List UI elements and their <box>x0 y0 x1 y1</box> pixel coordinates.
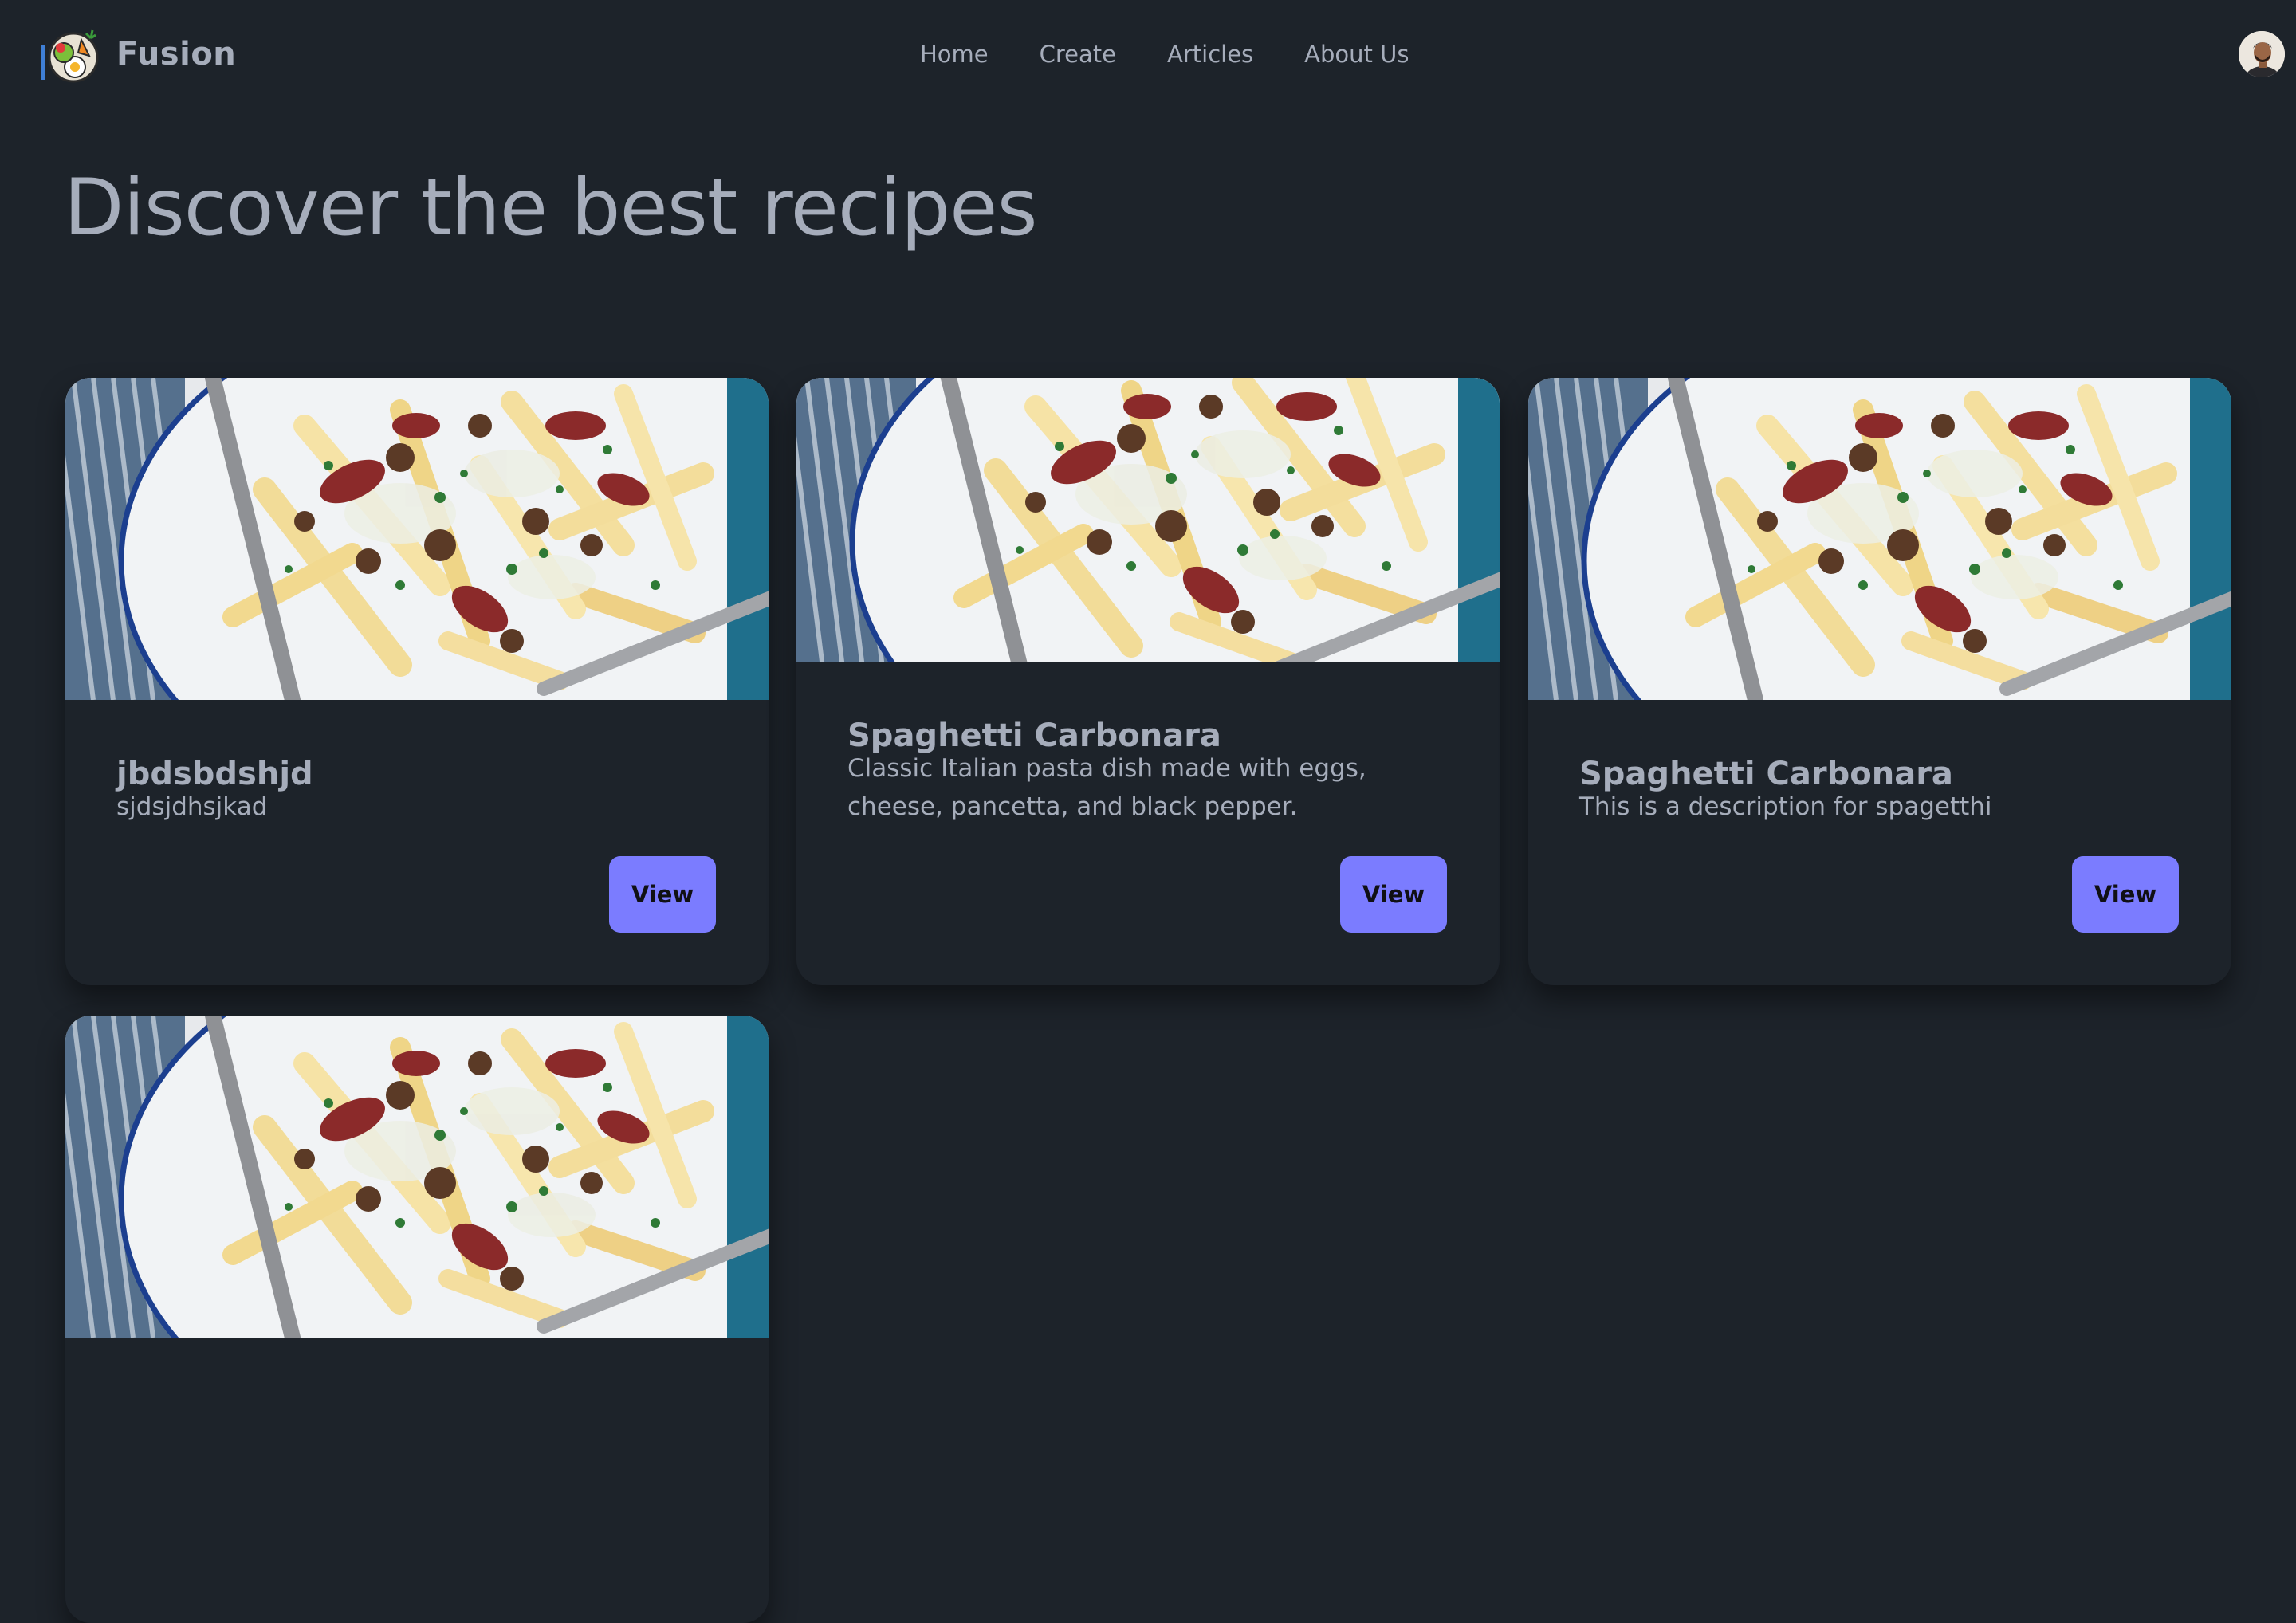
nav-link-create[interactable]: Create <box>1014 41 1142 68</box>
recipe-description: sjdsjdhsjkad <box>116 792 268 821</box>
recipe-card: jbdsbdshjd sjdsjdhsjkad View <box>65 378 769 985</box>
view-button[interactable]: View <box>1340 856 1447 933</box>
recipe-card <box>65 1016 769 1623</box>
recipe-image <box>796 378 1500 662</box>
view-button[interactable]: View <box>609 856 716 933</box>
nav-link-articles[interactable]: Articles <box>1142 41 1279 68</box>
nav-link-about-us[interactable]: About Us <box>1279 41 1434 68</box>
food-logo-icon <box>38 21 105 88</box>
recipe-description: Classic Italian pasta dish made with egg… <box>847 754 1366 821</box>
recipe-description: This is a description for spagetthi <box>1579 792 1992 821</box>
recipe-card: Spaghetti Carbonara This is a descriptio… <box>1528 378 2231 985</box>
brand-name: Fusion <box>116 36 237 73</box>
recipe-image <box>1528 378 2231 700</box>
recipe-image <box>65 378 769 700</box>
recipe-image <box>65 1016 769 1338</box>
recipe-card: Spaghetti Carbonara Classic Italian past… <box>796 378 1500 985</box>
view-button[interactable]: View <box>2072 856 2179 933</box>
nav-link-home[interactable]: Home <box>894 41 1014 68</box>
navbar: Fusion Home Create Articles About Us <box>0 0 2296 108</box>
avatar[interactable] <box>2239 31 2285 77</box>
brand[interactable]: Fusion <box>38 21 236 88</box>
main-nav: Home Create Articles About Us <box>894 35 1434 73</box>
page-title: Discover the best recipes <box>64 163 1038 253</box>
